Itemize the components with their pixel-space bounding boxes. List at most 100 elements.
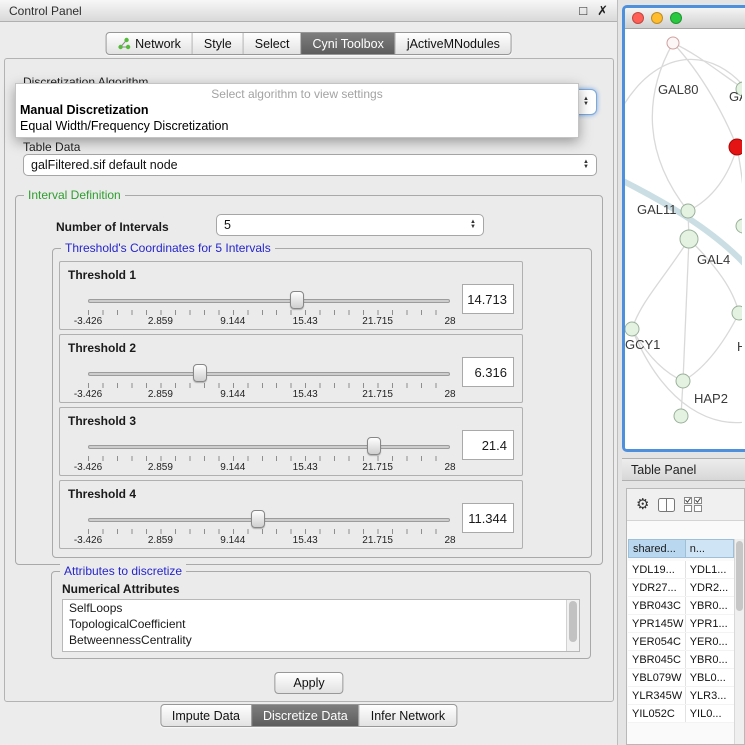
attributes-scrollbar[interactable] (566, 600, 579, 651)
column-header-n-[interactable]: n... (686, 539, 734, 558)
attribute-list-item[interactable]: SelfLoops (63, 600, 579, 616)
threshold-slider[interactable]: -3.4262.8599.14415.4321.71528 (88, 361, 450, 403)
table-row[interactable]: YBL079WYBL0... (628, 669, 734, 687)
network-edge[interactable] (683, 239, 689, 381)
table-row[interactable]: YBR045CYBR0... (628, 651, 734, 669)
slider-thumb[interactable] (251, 510, 265, 528)
tick-label: 2.859 (148, 316, 173, 327)
select-rows-checkboxes-icon[interactable] (684, 497, 703, 512)
slider-track[interactable] (88, 445, 450, 449)
table-panel-title: Table Panel (631, 463, 696, 477)
tab-infer-network[interactable]: Infer Network (359, 705, 456, 726)
slider-track[interactable] (88, 299, 450, 303)
node-label: GAL11 (637, 202, 677, 217)
threshold-value-field[interactable]: 21.4 (462, 430, 514, 460)
network-node-gal11[interactable] (681, 204, 695, 218)
network-node-right-lower[interactable] (732, 306, 742, 320)
threshold-value-field[interactable]: 11.344 (462, 503, 514, 533)
dropdown-option-manual-discretization[interactable]: Manual Discretization (16, 102, 578, 118)
interval-definition-group: Interval Definition Number of Intervals … (15, 195, 603, 565)
slider-thumb[interactable] (193, 364, 207, 382)
node-label: HAP2 (694, 391, 728, 406)
window-controls: □ ✗ (579, 4, 608, 17)
attribute-list-item[interactable]: BetweennessCentrality (63, 632, 579, 648)
settings-gear-icon[interactable]: ⚙ (636, 497, 649, 512)
number-of-intervals-label: Number of Intervals (56, 220, 169, 234)
network-node-gcy1[interactable] (625, 322, 639, 336)
table-row[interactable]: YDR27...YDR2... (628, 579, 734, 597)
network-edge[interactable] (688, 147, 737, 211)
table-data-combobox[interactable]: galFiltered.sif default node (23, 154, 597, 176)
table-row[interactable]: YIL052CYIL0... (628, 705, 734, 723)
network-node-red[interactable] (729, 139, 742, 155)
network-node-bottom[interactable] (674, 409, 688, 423)
network-node-gal4[interactable] (680, 230, 698, 248)
table-row[interactable]: YDL19...YDL1... (628, 561, 734, 579)
numerical-attributes-list[interactable]: SelfLoopsTopologicalCoefficientBetweenne… (62, 599, 580, 652)
number-of-intervals-combobox[interactable]: 5 (216, 214, 484, 236)
threshold-slider[interactable]: -3.4262.8599.14415.4321.71528 (88, 434, 450, 476)
network-canvas[interactable]: GAL80GAGAL11GAL4GCY1HHAP2 (625, 29, 745, 449)
network-edge[interactable] (737, 147, 742, 226)
network-node-hap2[interactable] (676, 374, 690, 388)
tab-jactivemnodules[interactable]: jActiveMNodules (395, 33, 511, 54)
table-scrollbar-thumb[interactable] (736, 541, 743, 611)
network-view-window: GAL80GAGAL11GAL4GCY1HHAP2 (622, 5, 745, 452)
tab-impute-data[interactable]: Impute Data (161, 705, 251, 726)
tab-label: Style (204, 37, 232, 51)
tab-network[interactable]: Network (106, 33, 192, 54)
network-node-pale-top[interactable] (667, 37, 679, 49)
attributes-group-title: Attributes to discretize (60, 564, 186, 578)
table-cell: YIL0... (686, 705, 734, 722)
slider-thumb[interactable] (367, 437, 381, 455)
column-header-shared-[interactable]: shared... (628, 539, 686, 558)
dropdown-option-equal-width-frequency[interactable]: Equal Width/Frequency Discretization (16, 118, 578, 134)
threshold-label: Threshold 2 (68, 341, 136, 355)
table-cell: YBL079W (628, 669, 686, 686)
minimize-traffic-light-icon[interactable] (651, 12, 663, 24)
table-row[interactable]: YPR145WYPR1... (628, 615, 734, 633)
threshold-value-field[interactable]: 6.316 (462, 357, 514, 387)
tick-label: -3.426 (74, 389, 102, 400)
close-traffic-light-icon[interactable] (632, 12, 644, 24)
columns-icon[interactable] (658, 498, 675, 512)
float-window-icon[interactable]: □ (579, 4, 587, 17)
threshold-slider[interactable]: -3.4262.8599.14415.4321.71528 (88, 507, 450, 549)
control-panel-titlebar[interactable]: Control Panel □ ✗ (0, 0, 617, 22)
close-window-icon[interactable]: ✗ (597, 4, 608, 17)
tick-label: 15.43 (293, 535, 318, 546)
attribute-list-item[interactable]: TopologicalCoefficient (63, 616, 579, 632)
network-edge[interactable] (673, 43, 741, 87)
network-window-titlebar[interactable] (625, 8, 745, 29)
slider-track[interactable] (88, 372, 450, 376)
threshold-slider[interactable]: -3.4262.8599.14415.4321.71528 (88, 288, 450, 330)
tick-label: 28 (444, 535, 455, 546)
tab-select[interactable]: Select (243, 33, 301, 54)
network-edge[interactable] (652, 43, 688, 211)
table-row[interactable]: YBR043CYBR0... (628, 597, 734, 615)
node-label: GAL80 (658, 82, 698, 97)
tick-label: -3.426 (74, 316, 102, 327)
threshold-label: Threshold 1 (68, 268, 136, 282)
apply-button[interactable]: Apply (274, 672, 343, 694)
table-cell: YDR2... (686, 579, 734, 596)
tick-label: 9.144 (220, 316, 245, 327)
tab-cyni-toolbox[interactable]: Cyni Toolbox (300, 33, 394, 54)
table-row[interactable]: YER054CYER0... (628, 633, 734, 651)
slider-thumb[interactable] (290, 291, 304, 309)
bottom-tab-strip: Impute DataDiscretize DataInfer Network (160, 704, 457, 727)
tab-style[interactable]: Style (192, 33, 243, 54)
slider-track[interactable] (88, 518, 450, 522)
network-edge[interactable] (632, 239, 689, 329)
zoom-traffic-light-icon[interactable] (670, 12, 682, 24)
table-panel-header[interactable]: Table Panel (622, 458, 745, 481)
tab-discretize-data[interactable]: Discretize Data (251, 705, 359, 726)
attributes-scrollbar-thumb[interactable] (569, 601, 577, 642)
table-row[interactable]: YLR345WYLR3... (628, 687, 734, 705)
network-node-right-upper[interactable] (736, 219, 742, 233)
threshold-value-field[interactable]: 14.713 (462, 284, 514, 314)
table-scrollbar[interactable] (734, 539, 744, 744)
table-cell: YBL0... (686, 669, 734, 686)
network-edge[interactable] (683, 313, 739, 381)
thresholds-group: Threshold's Coordinates for 5 Intervals … (52, 248, 592, 558)
